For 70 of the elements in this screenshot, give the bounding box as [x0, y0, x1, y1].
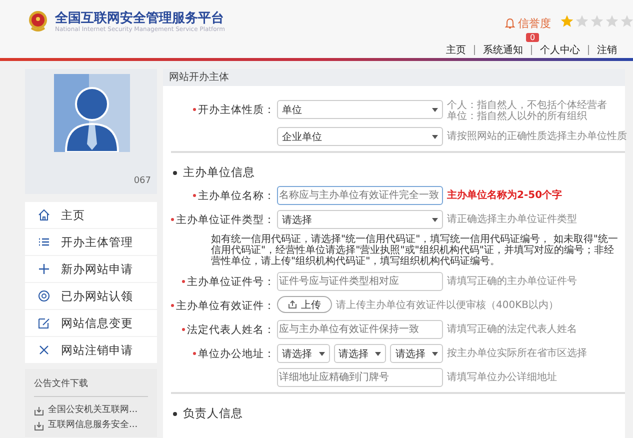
bell-icon[interactable] — [505, 18, 515, 29]
field-label: 开办主体性质： — [198, 102, 275, 116]
dropdown[interactable]: 请选择 — [334, 344, 386, 363]
star-icon — [560, 14, 574, 28]
input-field[interactable]: 名称应与主办单位有效证件完全一致 — [277, 186, 443, 205]
nav-link[interactable]: 个人中心 — [532, 43, 588, 57]
error-message: 主办单位名称为2-50个字 — [447, 188, 562, 203]
help-note: 如有统一信用代码证，请选择"统一信用代码证"，填写统一信用代码证编号， 如未取得"统一信用代码证"，经营性单位请选择"营业执照"或"组织机构代码"证，并填写对应的编号；非经营性单位，请上传"组织机构代码证"，填写组织机构代码证编号。 — [211, 234, 619, 267]
input-field[interactable]: 应与主办单位有效证件保持一致 — [277, 320, 443, 339]
caret-icon — [318, 352, 325, 356]
star-icon — [620, 14, 633, 28]
dropdown[interactable]: 请选择 — [390, 344, 444, 363]
input-field[interactable]: 证件号应与证件类型相对应 — [277, 272, 443, 291]
field-hint: 请填写正确的主办单位证件号 — [447, 274, 577, 289]
menu-item[interactable]: 新办网站申请 — [25, 256, 157, 282]
dropdown[interactable]: 请选择 — [277, 210, 443, 229]
dropdown[interactable]: 单位 — [277, 100, 443, 119]
field-label: 主办单位名称： — [198, 188, 275, 202]
menu-item[interactable]: 主页 — [25, 202, 157, 228]
caret-icon — [432, 108, 438, 112]
star-icon — [590, 14, 604, 28]
field-hint: 请填写单位办公详细地址 — [447, 370, 557, 385]
input-field[interactable]: 详细地址应精确到门牌号 — [277, 368, 443, 387]
download-link[interactable]: 互联网信息服务安全... — [48, 418, 138, 433]
downloads-title: 公告文件下载 — [34, 377, 148, 397]
field-hint: 请填写正确的法定代表人姓名 — [447, 322, 577, 337]
field-label: 单位办公地址： — [198, 346, 275, 360]
notification-badge: 0 — [526, 33, 540, 42]
site-title: 全国互联网安全管理服务平台 — [55, 10, 225, 26]
nav-link[interactable]: 主页 — [438, 43, 474, 57]
caret-icon — [375, 352, 382, 356]
field-hint: 个人：指自然人，不包括个体经营者 单位：指自然人以外的所有组织 — [447, 100, 607, 122]
section-heading: 主办单位信息 — [183, 165, 255, 180]
dropdown[interactable]: 企业单位 — [277, 127, 443, 146]
menu-item[interactable]: 网站信息变更 — [25, 310, 157, 336]
plus-icon — [37, 262, 51, 276]
home-icon — [37, 208, 51, 222]
credit-label: 信誉度 — [518, 16, 551, 31]
caret-icon — [432, 352, 438, 356]
emblem-icon — [27, 10, 49, 34]
section-heading: 负责人信息 — [183, 406, 243, 421]
field-hint: 请按照网站的正确性质选择主办单位性质 — [447, 130, 627, 144]
menu-item[interactable]: 网站注销申请 — [25, 337, 157, 363]
menu-item[interactable]: 已办网站认领 — [25, 283, 157, 309]
bullet-dot — [173, 170, 177, 174]
field-label: 主办单位证件号： — [187, 274, 275, 288]
caret-icon — [432, 218, 438, 222]
upload-button[interactable]: 上传 — [277, 296, 332, 313]
menu-item[interactable]: 开办主体管理 — [25, 229, 157, 255]
caret-icon — [432, 134, 438, 138]
panel-title: 网站开办主体 — [163, 69, 625, 86]
star-icon — [575, 14, 589, 28]
nav-link[interactable]: 注销 — [589, 43, 625, 57]
download-link[interactable]: 全国公安机关互联网... — [48, 403, 138, 418]
edit-icon — [37, 316, 51, 330]
close-icon — [37, 343, 51, 357]
user-id: 067 — [134, 176, 151, 186]
star-icon — [605, 14, 619, 28]
dropdown[interactable]: 请选择 — [277, 344, 330, 363]
download-icon — [34, 420, 44, 430]
field-hint: 按主办单位实际所在省市区选择 — [447, 346, 587, 361]
field-hint: 请上传主办单位有效证件以便审核（400KB以内） — [336, 298, 559, 313]
field-label: 法定代表人姓名： — [187, 322, 275, 336]
nav-link[interactable]: 系统通知 — [475, 43, 531, 57]
bullet-dot — [173, 412, 177, 416]
field-hint: 请正确选择主办单位证件类型 — [447, 212, 577, 227]
field-label: 主办单位有效证件： — [176, 298, 275, 312]
field-label: 主办单位证件类型： — [176, 212, 275, 226]
upload-icon — [288, 300, 297, 309]
download-icon — [34, 406, 44, 416]
